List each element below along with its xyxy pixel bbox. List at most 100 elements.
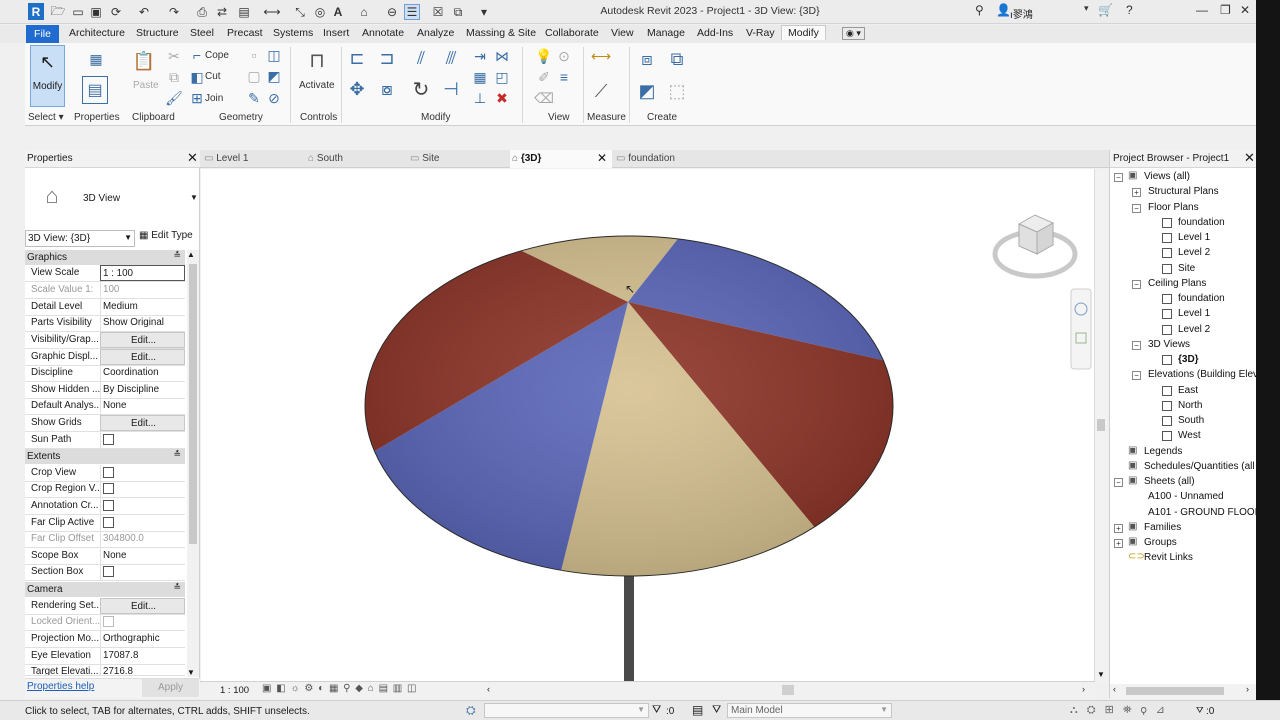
join-label[interactable]: Join	[205, 93, 223, 104]
toggle-views-all-icon[interactable]: −	[1114, 173, 1123, 182]
thin-lines-icon[interactable]: ☰	[404, 4, 420, 20]
copy-icon[interactable]: ⧇	[375, 77, 399, 101]
browser-item-fp-site[interactable]: Site	[1178, 263, 1195, 274]
split-face-icon[interactable]: ◫	[265, 46, 283, 64]
umbrella-model[interactable]: ↖	[201, 169, 1094, 681]
edit-type-button[interactable]: ▦ Edit Type	[139, 230, 193, 241]
tab-v-ray[interactable]: V-Ray	[746, 27, 775, 39]
switch-icon[interactable]: ⇄	[214, 4, 230, 20]
crop-region-checkbox[interactable]	[103, 483, 114, 494]
align-icon[interactable]: ⊏	[345, 46, 369, 70]
toggle-floor-plans-icon[interactable]: −	[1132, 203, 1141, 213]
thin-lines-ribbon-icon[interactable]: ≡	[555, 68, 573, 86]
redo-icon[interactable]: ↷	[166, 4, 182, 20]
tab-south[interactable]: ⌂ South	[308, 150, 408, 168]
trim-icon[interactable]: ⊣	[439, 77, 463, 101]
browser-h-scrollbar[interactable]: ‹ ›	[1110, 684, 1257, 698]
browser-item-cp-level-1[interactable]: Level 1	[1178, 308, 1210, 319]
create-assembly-icon[interactable]: ⧈	[635, 47, 659, 71]
browser-item-sheets[interactable]: Sheets (all)	[1144, 476, 1195, 487]
hide-bulb-icon[interactable]: 💡	[535, 47, 553, 65]
row-detail-level[interactable]: Detail Level Medium	[25, 299, 185, 316]
switch-windows-icon[interactable]: ⧉	[450, 4, 466, 20]
user-icon[interactable]: 👤	[996, 3, 1011, 17]
open-icon[interactable]: 🗁	[50, 4, 66, 20]
tab-analyze[interactable]: Analyze	[417, 27, 454, 39]
tab-systems[interactable]: Systems	[273, 27, 313, 39]
3d-view-icon[interactable]: ⌂	[356, 4, 372, 20]
minimize-icon[interactable]: —	[1196, 3, 1208, 17]
browser-item-families[interactable]: Families	[1144, 522, 1181, 533]
tab-precast[interactable]: Precast	[227, 27, 263, 39]
toggle-structural-plans-icon[interactable]: +	[1132, 188, 1141, 198]
row-show-hidden[interactable]: Show Hidden ... By Discipline	[25, 382, 185, 399]
tab-3d[interactable]: ⌂ {3D} ✕	[510, 150, 612, 168]
extents-section[interactable]: Extents ≛	[25, 449, 185, 464]
instance-selector[interactable]: 3D View: {3D} ▼	[25, 230, 135, 247]
browser-item-3d-view[interactable]: {3D}	[1178, 354, 1199, 365]
copy-clip-icon[interactable]: ⧉	[165, 68, 183, 86]
browser-item-elev-north[interactable]: North	[1178, 400, 1202, 411]
camera-section[interactable]: Camera ≛	[25, 582, 185, 597]
create-group-icon[interactable]: ◩	[635, 79, 659, 103]
far-clip-checkbox[interactable]	[103, 517, 114, 528]
print-icon[interactable]: ⎙	[194, 4, 210, 20]
row-eye-elevation[interactable]: Eye Elevation 17087.8	[25, 648, 185, 665]
view-scale-control[interactable]: 1 : 100	[220, 685, 249, 696]
tab-modify[interactable]: Modify	[781, 25, 826, 40]
graphics-section[interactable]: Graphics ≛	[25, 250, 185, 265]
cope-icon[interactable]: ⌐	[188, 46, 206, 64]
toggle-ceiling-plans-icon[interactable]: −	[1132, 279, 1141, 289]
crop-view-checkbox[interactable]	[103, 467, 114, 478]
browser-item-fp-level-2[interactable]: Level 2	[1178, 247, 1210, 258]
split-icon[interactable]: ⇥	[471, 47, 489, 65]
select-panel-label[interactable]: Select ▾	[28, 112, 64, 123]
eraser-icon[interactable]: ⌫	[534, 89, 554, 107]
properties-help-link[interactable]: Properties help	[27, 681, 94, 692]
demolish-icon[interactable]: ▢	[245, 67, 263, 85]
graphic-display-edit-button[interactable]: Edit...	[100, 349, 185, 365]
type-selector-chevron-icon[interactable]: ▼	[190, 193, 198, 202]
folder-icon[interactable]: ▭	[70, 4, 86, 20]
browser-item-elevations[interactable]: Elevations (Building Elev	[1148, 369, 1258, 380]
tag-icon[interactable]: ◎	[312, 4, 328, 20]
tab-options-icon[interactable]: ◉ ▾	[842, 27, 865, 40]
dimension-tool-icon[interactable]: ⟋	[589, 79, 613, 103]
sheet-icon[interactable]: ▤	[236, 4, 252, 20]
pin-icon[interactable]: ⊥	[471, 89, 489, 107]
toggle-3d-views-icon[interactable]: −	[1132, 340, 1141, 350]
sync-icon[interactable]: ⟳	[108, 4, 124, 20]
linework-icon[interactable]: ✐	[535, 68, 553, 86]
view-scale-input[interactable]: 1 : 100	[100, 265, 185, 281]
text-icon[interactable]: A	[330, 4, 346, 20]
browser-item-ceiling-plans[interactable]: Ceiling Plans	[1148, 278, 1206, 289]
workset-dropdown[interactable]: ▼	[484, 703, 649, 718]
join-icon[interactable]: ⊞	[188, 89, 206, 107]
offset-icon[interactable]: ⊐	[375, 46, 399, 70]
selection-options-icons[interactable]: ⛬ ⛭ ⊞ ⛯ ⚲ ⊿	[1070, 703, 1168, 717]
close-hidden-icon[interactable]: ☒	[430, 4, 446, 20]
toggle-groups-icon[interactable]: +	[1114, 539, 1123, 548]
paint-brush-icon[interactable]: ✎	[245, 89, 263, 107]
user-menu-chevron-icon[interactable]: ▾	[1084, 3, 1089, 14]
browser-item-views-all[interactable]: Views (all)	[1144, 171, 1190, 182]
filter-icon[interactable]: ⛛	[652, 704, 661, 717]
browser-item-elev-south[interactable]: South	[1178, 415, 1204, 426]
modify-button[interactable]: ↖ Modify	[30, 45, 65, 107]
browser-item-elev-west[interactable]: West	[1178, 430, 1201, 441]
tab-level-1[interactable]: ▭ Level 1	[204, 150, 304, 168]
browser-item-structural-plans[interactable]: Structural Plans	[1148, 186, 1219, 197]
paint-icon[interactable]: ◩	[265, 67, 283, 85]
mirror-axis-icon[interactable]: ⫽	[409, 46, 433, 70]
tab-annotate[interactable]: Annotate	[362, 27, 404, 39]
browser-item-sheet-a101[interactable]: A101 - GROUND FLOOR P	[1148, 507, 1271, 518]
move-icon[interactable]: ✥	[345, 77, 369, 101]
view-control-icons[interactable]: ▣ ◧ ☼ ⚙ ◐ ▦ ⚲ ◆ ⌂ ▤ ▥ ◫	[262, 683, 417, 694]
file-tab[interactable]: File	[26, 25, 59, 43]
browser-item-revit-links[interactable]: Revit Links	[1144, 552, 1193, 563]
tab-close-icon[interactable]: ✕	[597, 151, 607, 165]
browser-item-legends[interactable]: Legends	[1144, 446, 1182, 457]
properties-icon[interactable]: ▤	[82, 76, 108, 104]
section-icon[interactable]: ⊖	[384, 4, 400, 20]
browser-item-sheet-a100[interactable]: A100 - Unnamed	[1148, 491, 1224, 502]
